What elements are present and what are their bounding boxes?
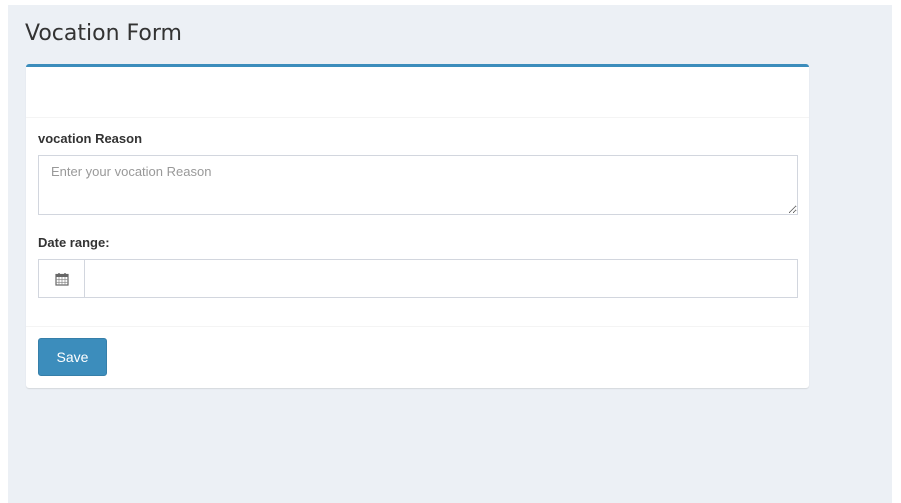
page-title: Vocation Form xyxy=(25,21,182,46)
save-button[interactable]: Save xyxy=(38,338,107,376)
calendar-addon[interactable] xyxy=(38,259,85,298)
vocation-reason-textarea[interactable] xyxy=(38,155,798,215)
calendar-icon xyxy=(54,272,69,286)
box-header xyxy=(26,67,809,118)
date-range-group xyxy=(38,259,798,298)
box-body: vocation Reason Date range: xyxy=(26,118,809,326)
vocation-reason-label: vocation Reason xyxy=(38,131,143,146)
box-footer: Save xyxy=(26,326,809,389)
date-range-input[interactable] xyxy=(85,259,798,298)
form-box: vocation Reason Date range: xyxy=(26,64,809,388)
content-wrapper: Vocation Form vocation Reason Date range… xyxy=(8,5,892,503)
date-range-label: Date range: xyxy=(38,235,110,250)
